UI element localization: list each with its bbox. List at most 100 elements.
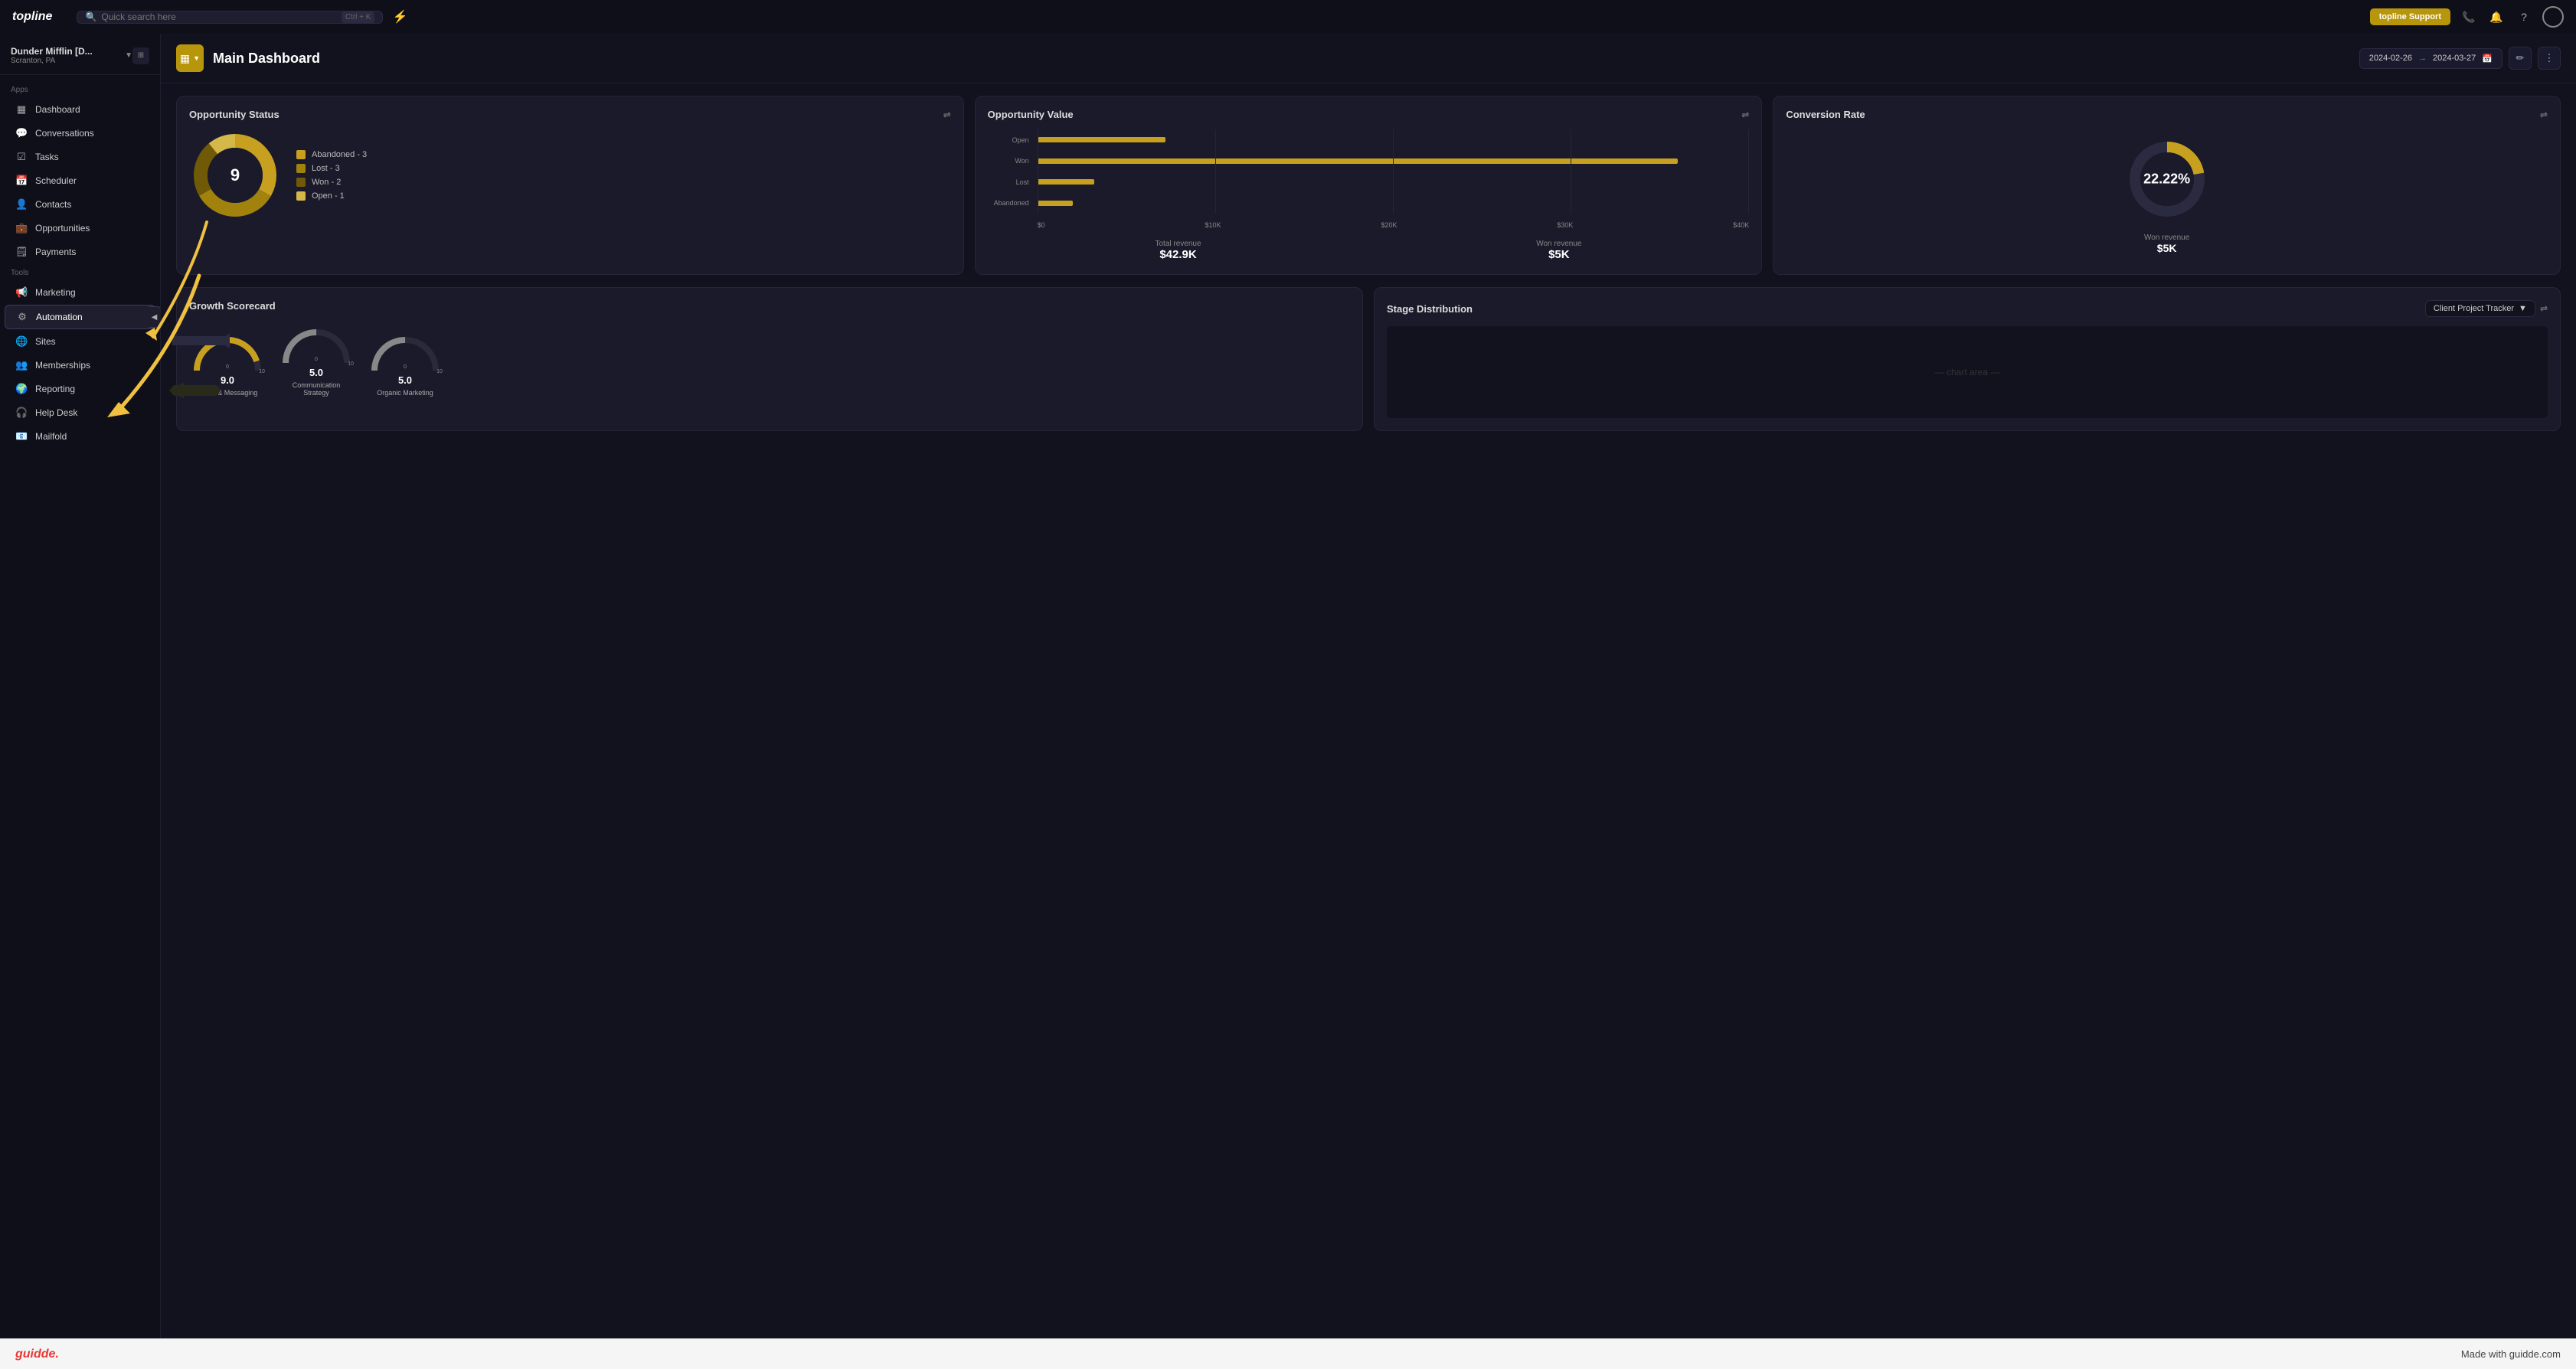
sidebar-item-contacts[interactable]: 👤 Contacts: [5, 193, 155, 216]
support-button[interactable]: topline Support: [2370, 8, 2450, 25]
help-icon[interactable]: ?: [2515, 8, 2533, 26]
filter-icon[interactable]: ⇌: [1741, 109, 1749, 120]
sidebar-item-label: Mailfold: [35, 431, 67, 442]
legend-color: [296, 164, 306, 173]
y-axis-labels: Open Won Lost Abandoned: [988, 129, 1034, 214]
widget-title: Conversion Rate: [1786, 109, 1865, 120]
y-label: Abandoned: [988, 199, 1029, 207]
growth-scorecard-widget: Growth Scorecard 0 10 9.0 Brand & Messag…: [176, 287, 1363, 431]
sidebar-item-opportunities[interactable]: 💼 Opportunities: [5, 217, 155, 240]
bar-fill: [1038, 137, 1165, 142]
search-bar[interactable]: 🔍 Ctrl + K: [77, 11, 383, 24]
bar-fill: [1038, 158, 1679, 164]
search-icon: 🔍: [85, 11, 96, 22]
sidebar-item-reporting[interactable]: 🌍 Reporting: [5, 377, 155, 400]
stage-chart-empty: — chart area —: [1935, 367, 2000, 377]
dashboard-view-icon[interactable]: ▦▼: [176, 44, 204, 72]
svg-text:10: 10: [436, 369, 443, 374]
sidebar-item-label: Tasks: [35, 152, 59, 162]
sidebar-arrow-indicator: ◀: [149, 306, 161, 328]
gauge-value: 5.0: [398, 374, 412, 386]
workspace-sub: Scranton, PA: [11, 57, 125, 65]
won-revenue: Won revenue $5K: [2144, 234, 2189, 254]
dashboard-row-1: Opportunity Status ⇌ 9: [161, 83, 2576, 287]
bell-icon[interactable]: 🔔: [2487, 8, 2506, 26]
filter-icon[interactable]: ⇌: [943, 109, 951, 120]
won-revenue-label: Won revenue: [2144, 234, 2189, 242]
opportunity-value-widget: Opportunity Value ⇌ Open Won Lost Abando…: [975, 96, 1763, 275]
sidebar-item-sites[interactable]: 🌐 Sites: [5, 330, 155, 353]
bar-fill: [1038, 201, 1073, 206]
main-header: ▦▼ Main Dashboard 2024-02-26 → 2024-03-2…: [161, 34, 2576, 83]
x-label: $20K: [1381, 221, 1397, 229]
total-revenue: Total revenue $42.9K: [1155, 240, 1201, 261]
gauge-value: 5.0: [309, 367, 323, 378]
sidebar-item-mailfold[interactable]: 📧 Mailfold: [5, 425, 155, 448]
sidebar-item-helpdesk[interactable]: 🎧 Help Desk: [5, 401, 155, 424]
widget-header: Opportunity Value ⇌: [988, 109, 1750, 120]
mailfold-icon: 📧: [15, 430, 28, 443]
conversion-donut: 22.22%: [2125, 137, 2209, 221]
phone-icon[interactable]: 📞: [2460, 8, 2478, 26]
sidebar-item-tasks[interactable]: ☑ Tasks: [5, 145, 155, 168]
apps-section-label: Apps: [0, 81, 160, 97]
widget-title: Opportunity Value: [988, 109, 1074, 120]
stage-dropdown[interactable]: Client Project Tracker ▼: [2425, 300, 2535, 317]
y-label: Lost: [988, 178, 1029, 186]
sidebar-item-automation[interactable]: ⚙ Automation ◀: [5, 305, 155, 329]
bar-row: [1038, 193, 1750, 214]
x-label: $30K: [1557, 221, 1573, 229]
legend-item: Open - 1: [296, 191, 367, 201]
x-label: $0: [1038, 221, 1045, 229]
sidebar-item-scheduler[interactable]: 📅 Scheduler: [5, 169, 155, 192]
scheduler-icon: 📅: [15, 175, 28, 187]
top-nav: topline 🔍 Ctrl + K ⚡ topline Support 📞 🔔…: [0, 0, 2576, 34]
widget-header: Conversion Rate ⇌: [1786, 109, 2548, 120]
conversations-icon: 💬: [15, 127, 28, 139]
user-avatar[interactable]: [2542, 6, 2564, 28]
legend-label: Lost - 3: [312, 164, 340, 173]
topnav-right: topline Support 📞 🔔 ?: [2370, 6, 2564, 28]
stage-controls: Client Project Tracker ▼ ⇌: [2425, 300, 2548, 317]
lightning-icon[interactable]: ⚡: [392, 9, 407, 25]
more-options-button[interactable]: ⋮: [2538, 47, 2561, 70]
bottom-bar: guidde. Made with guidde.com: [0, 1338, 2576, 1369]
svg-text:0: 0: [404, 364, 407, 370]
sidebar-item-marketing[interactable]: 📢 Marketing: [5, 281, 155, 304]
sidebar-item-conversations[interactable]: 💬 Conversations: [5, 122, 155, 145]
memberships-icon: 👥: [15, 359, 28, 371]
edit-button[interactable]: ✏: [2509, 47, 2532, 70]
sidebar-item-label: Opportunities: [35, 223, 90, 234]
svg-text:10: 10: [348, 361, 354, 367]
sidebar-item-memberships[interactable]: 👥 Memberships: [5, 354, 155, 377]
filter-icon[interactable]: ⇌: [2540, 303, 2548, 314]
search-input[interactable]: [101, 11, 336, 22]
gauge-communication: 0 10 5.0 Communication Strategy: [278, 321, 355, 397]
sidebar-expand-icon[interactable]: ⊞: [132, 47, 149, 64]
date-range-picker[interactable]: 2024-02-26 → 2024-03-27 📅: [2359, 48, 2502, 69]
main-content: ▦▼ Main Dashboard 2024-02-26 → 2024-03-2…: [161, 34, 2576, 1338]
dropdown-chevron-icon: ▼: [2519, 304, 2527, 313]
date-start: 2024-02-26: [2369, 54, 2412, 63]
page-title: Main Dashboard: [213, 51, 2350, 67]
gauge-label: Brand & Messaging: [198, 389, 258, 397]
gauge-label: Communication Strategy: [286, 381, 347, 397]
sidebar-item-label: Marketing: [35, 287, 76, 298]
donut-chart: 9: [189, 129, 281, 221]
search-shortcut: Ctrl + K: [342, 11, 375, 23]
guidde-logo: guidde.: [15, 1348, 59, 1361]
sidebar-item-dashboard[interactable]: ▦ Dashboard: [5, 98, 155, 121]
y-label: Open: [988, 136, 1029, 144]
bar-row: [1038, 172, 1750, 193]
bar-row: [1038, 151, 1750, 172]
legend-item: Abandoned - 3: [296, 150, 367, 159]
filter-icon[interactable]: ⇌: [2540, 109, 2548, 120]
widget-title: Growth Scorecard: [189, 300, 276, 312]
conversion-footer: Won revenue $5K: [1786, 234, 2548, 254]
workspace-chevron-icon: ▼: [125, 51, 132, 60]
legend-item: Won - 2: [296, 178, 367, 187]
workspace-selector[interactable]: Dunder Mifflin [D... Scranton, PA ▼ ⊞: [0, 40, 160, 75]
stage-distribution-widget: Stage Distribution Client Project Tracke…: [1374, 287, 2561, 431]
sidebar-item-payments[interactable]: 🗒 Payments: [5, 240, 155, 263]
won-revenue-value: $5K: [1536, 248, 1581, 261]
